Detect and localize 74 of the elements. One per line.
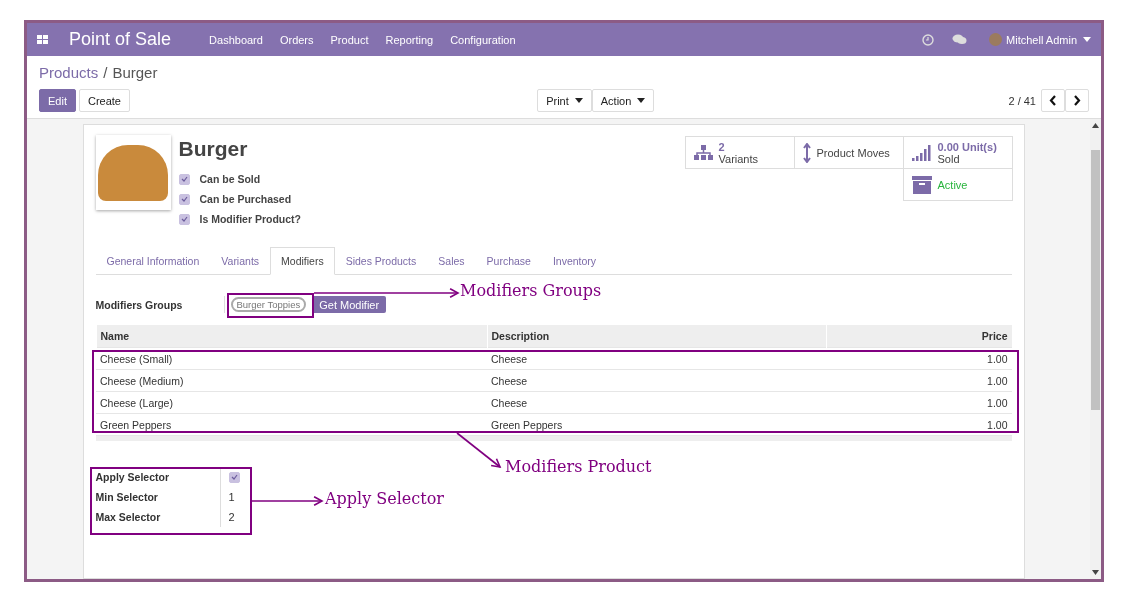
annotation-groups: Modifiers Groups bbox=[460, 281, 602, 300]
chat-icon[interactable] bbox=[952, 34, 968, 45]
scroll-up-icon[interactable] bbox=[1092, 123, 1099, 128]
clock-icon[interactable] bbox=[922, 33, 935, 46]
pager-counter: 2 / 41 bbox=[1008, 94, 1036, 107]
checkbox-label: Can be Sold bbox=[199, 173, 261, 185]
hierarchy-icon bbox=[693, 144, 713, 161]
table-cell: 1.00 bbox=[826, 391, 1012, 414]
checkbox[interactable] bbox=[178, 213, 190, 225]
tab[interactable]: Purchase bbox=[475, 247, 542, 275]
checkbox[interactable] bbox=[228, 471, 240, 483]
chevron-left-icon bbox=[1049, 95, 1057, 106]
annotation-selector: Apply Selector bbox=[325, 489, 444, 508]
next-button[interactable] bbox=[1065, 89, 1089, 112]
bar-signal-icon bbox=[911, 144, 932, 161]
previous-button[interactable] bbox=[1041, 89, 1065, 112]
tab[interactable]: General Information bbox=[95, 247, 211, 275]
action-button[interactable]: Action bbox=[591, 89, 655, 112]
menu-item[interactable]: Dashboard bbox=[209, 33, 263, 46]
product-name: Burger bbox=[178, 137, 249, 161]
column-header[interactable]: Description bbox=[487, 325, 826, 348]
breadcrumb-separator: / bbox=[103, 64, 108, 81]
table-cell: Cheese bbox=[487, 347, 826, 370]
checkbox-label: Is Modifier Product? bbox=[199, 213, 301, 225]
table-cell: 1.00 bbox=[826, 369, 1012, 392]
tag[interactable]: Burger Toppies bbox=[230, 297, 307, 312]
tab[interactable]: Inventory bbox=[541, 247, 608, 275]
tab[interactable]: Sides Products bbox=[334, 247, 428, 275]
create-button[interactable]: Create bbox=[78, 89, 130, 112]
menu-item[interactable]: Configuration bbox=[450, 33, 516, 46]
column-header[interactable]: Name bbox=[96, 325, 487, 348]
vertical-arrows-icon bbox=[802, 142, 811, 163]
tab[interactable]: Variants bbox=[210, 247, 271, 275]
menu-item[interactable]: Reporting bbox=[385, 33, 434, 46]
table-cell: Cheese (Small) bbox=[96, 347, 487, 370]
stat-button[interactable]: 0.00 Unit(s) Sold bbox=[902, 136, 1013, 169]
menu-item[interactable]: Orders bbox=[279, 33, 314, 46]
caret-icon bbox=[574, 98, 583, 103]
tab[interactable]: Modifiers bbox=[270, 247, 335, 275]
table-cell: Cheese (Large) bbox=[96, 391, 487, 414]
caret-icon bbox=[637, 98, 646, 103]
breadcrumb-current: Burger bbox=[112, 64, 158, 81]
checkbox[interactable] bbox=[178, 193, 190, 205]
scroll-down-icon[interactable] bbox=[1092, 570, 1099, 575]
table-cell: Cheese bbox=[487, 369, 826, 392]
table-cell: Cheese (Medium) bbox=[96, 369, 487, 392]
chevron-right-icon bbox=[1073, 95, 1081, 106]
stat-button[interactable]: 2 Variants bbox=[684, 136, 795, 169]
caret-icon[interactable] bbox=[1083, 37, 1091, 42]
arrow bbox=[456, 432, 502, 469]
breadcrumb-link[interactable]: Products bbox=[39, 64, 99, 81]
print-button[interactable]: Print bbox=[537, 89, 592, 112]
tab[interactable]: Sales bbox=[427, 247, 476, 275]
field-label: Modifiers Groups bbox=[95, 298, 184, 311]
get-modifier-button[interactable]: Get Modifier bbox=[312, 296, 387, 313]
table-cell: Cheese bbox=[487, 391, 826, 414]
checkbox-label: Can be Purchased bbox=[199, 193, 292, 205]
app-title[interactable]: Point of Sale bbox=[69, 29, 172, 50]
menu-item[interactable]: Product bbox=[330, 33, 369, 46]
field-value: 2 bbox=[228, 511, 235, 523]
field-label: Max Selector bbox=[95, 511, 162, 523]
field-label: Apply Selector bbox=[95, 471, 171, 483]
annotation-product: Modifiers Product bbox=[505, 457, 652, 476]
apps-menu-icon[interactable] bbox=[37, 34, 49, 45]
table-cell: 1.00 bbox=[826, 347, 1012, 370]
stat-button[interactable]: Active bbox=[902, 168, 1013, 201]
column-header[interactable]: Price bbox=[826, 325, 1012, 348]
edit-button[interactable]: Edit bbox=[39, 89, 76, 112]
field-value: 1 bbox=[228, 491, 235, 503]
user-menu[interactable]: Mitchell Admin bbox=[1006, 33, 1077, 46]
archive-box-icon bbox=[911, 175, 932, 194]
stat-button[interactable]: Product Moves bbox=[793, 136, 904, 169]
checkbox[interactable] bbox=[178, 173, 190, 185]
field-label: Min Selector bbox=[95, 491, 159, 503]
